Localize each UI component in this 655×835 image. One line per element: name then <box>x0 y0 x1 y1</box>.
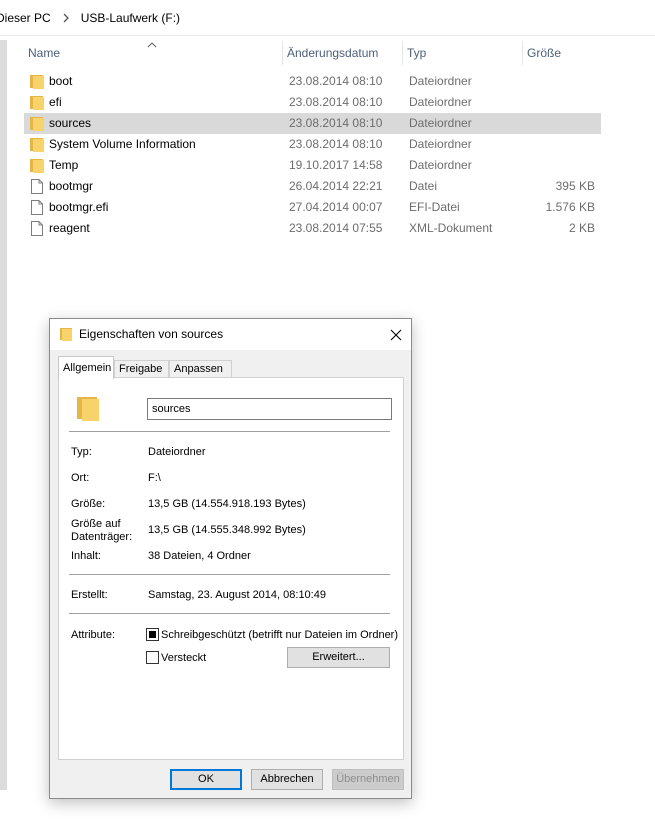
divider <box>69 574 390 575</box>
file-type: Dateiordner <box>409 95 472 109</box>
file-type: XML-Dokument <box>409 221 493 235</box>
file-name: System Volume Information <box>49 137 196 151</box>
file-row[interactable]: Temp 19.10.2017 14:58 Dateiordner <box>24 155 601 176</box>
contents-value: 38 Dateien, 4 Ordner <box>148 550 251 562</box>
file-type: Dateiordner <box>409 158 472 172</box>
breadcrumb-usb-drive[interactable]: USB-Laufwerk (F:) <box>81 11 180 25</box>
created-value: Samstag, 23. August 2014, 08:10:49 <box>148 589 326 601</box>
vertical-scrollbar[interactable] <box>0 40 7 790</box>
tab-customize[interactable]: Anpassen <box>169 360 232 378</box>
location-value: F:\ <box>148 472 161 484</box>
close-button[interactable] <box>380 319 411 350</box>
created-label: Erstellt: <box>71 589 108 601</box>
file-type: Dateiordner <box>409 74 472 88</box>
divider <box>69 431 390 432</box>
column-header: Name Änderungsdatum Typ Größe <box>24 41 601 65</box>
file-icon <box>30 200 44 215</box>
readonly-label[interactable]: Schreibgeschützt (betrifft nur Dateien i… <box>161 629 398 642</box>
file-name: sources <box>49 116 92 130</box>
size-on-disk-label-line2: Datenträger: <box>71 531 133 543</box>
dialog-title: Eigenschaften von sources <box>79 327 224 341</box>
attributes-label: Attribute: <box>71 629 116 641</box>
size-on-disk-label-line1: Größe auf <box>71 518 121 530</box>
properties-dialog: Eigenschaften von sources Allgemein Frei… <box>49 318 412 799</box>
folder-icon <box>30 137 44 152</box>
divider <box>69 613 390 614</box>
column-header-modified[interactable]: Änderungsdatum <box>282 41 402 65</box>
dialog-titlebar[interactable]: Eigenschaften von sources <box>50 319 411 350</box>
file-size: 2 KB <box>568 221 595 235</box>
file-row[interactable]: System Volume Information 23.08.2014 08:1… <box>24 134 601 155</box>
contents-label: Inhalt: <box>71 550 101 562</box>
file-name: bootmgr.efi <box>49 200 109 214</box>
type-value: Dateiordner <box>148 446 206 458</box>
file-name: reagent <box>49 221 90 235</box>
size-label: Größe: <box>71 498 106 510</box>
file-modified: 23.08.2014 08:10 <box>289 74 383 88</box>
file-type: Dateiordner <box>409 116 472 130</box>
column-header-size[interactable]: Größe <box>522 41 601 65</box>
file-type: EFI-Datei <box>409 200 460 214</box>
close-icon <box>390 329 401 340</box>
file-row[interactable]: boot 23.08.2014 08:10 Dateiordner <box>24 71 601 92</box>
file-modified: 23.08.2014 08:10 <box>289 95 383 109</box>
folder-icon <box>60 327 72 341</box>
folder-icon <box>30 116 44 131</box>
file-row[interactable]: bootmgr.efi 27.04.2014 00:07 EFI-Datei 1.57… <box>24 197 601 218</box>
file-type: Datei <box>409 179 438 193</box>
location-label: Ort: <box>71 472 90 484</box>
file-modified: 23.08.2014 08:10 <box>289 116 383 130</box>
hidden-label[interactable]: Versteckt <box>161 652 206 665</box>
file-modified: 23.08.2014 08:10 <box>289 137 383 151</box>
breadcrumb: Dieser PC USB-Laufwerk (F:) <box>0 0 655 36</box>
apply-button[interactable]: Übernehmen <box>332 769 404 790</box>
tab-sharing[interactable]: Freigabe <box>114 360 169 378</box>
chevron-right-icon[interactable] <box>60 12 72 24</box>
file-modified: 19.10.2017 14:58 <box>289 158 383 172</box>
general-panel: sources Typ: Dateiordner Ort: F:\ Größe:… <box>58 377 404 760</box>
file-name: Temp <box>49 158 79 172</box>
file-row[interactable]: sources 23.08.2014 08:10 Dateiordner <box>24 113 601 134</box>
column-header-type[interactable]: Typ <box>402 41 522 65</box>
file-type: Dateiordner <box>409 137 472 151</box>
size-on-disk-value: 13,5 GB (14.555.348.992 Bytes) <box>148 524 306 536</box>
file-name: efi <box>49 95 62 109</box>
ok-button[interactable]: OK <box>170 769 242 790</box>
file-list: boot 23.08.2014 08:10 Dateiordner efi 23.08.… <box>24 71 601 239</box>
file-modified: 23.08.2014 07:55 <box>289 221 383 235</box>
breadcrumb-this-pc[interactable]: Dieser PC <box>0 11 51 25</box>
size-value: 13,5 GB (14.554.918.193 Bytes) <box>148 498 306 510</box>
cancel-button[interactable]: Abbrechen <box>251 769 323 790</box>
file-icon <box>30 221 44 236</box>
file-size: 395 KB <box>555 179 595 193</box>
file-row[interactable]: reagent 23.08.2014 07:55 XML-Dokument 2 KB <box>24 218 601 239</box>
type-label: Typ: <box>71 446 92 458</box>
folder-icon <box>30 158 44 173</box>
file-modified: 27.04.2014 00:07 <box>289 200 383 214</box>
column-header-name[interactable]: Name <box>24 41 282 65</box>
file-name: boot <box>49 74 73 88</box>
advanced-button[interactable]: Erweitert... <box>287 647 390 668</box>
file-name: bootmgr <box>49 179 94 193</box>
tab-general[interactable]: Allgemein <box>58 356 114 379</box>
file-row[interactable]: efi 23.08.2014 08:10 Dateiordner <box>24 92 601 113</box>
readonly-checkbox[interactable] <box>146 628 159 641</box>
folder-icon <box>30 95 44 110</box>
file-row[interactable]: bootmgr 26.04.2014 22:21 Datei 395 KB <box>24 176 601 197</box>
folder-icon <box>77 395 99 421</box>
file-size: 1.576 KB <box>545 200 595 214</box>
file-icon <box>30 179 44 194</box>
file-modified: 26.04.2014 22:21 <box>289 179 383 193</box>
folder-icon <box>30 74 44 89</box>
folder-name-input[interactable]: sources <box>147 398 392 420</box>
hidden-checkbox[interactable] <box>146 651 159 664</box>
